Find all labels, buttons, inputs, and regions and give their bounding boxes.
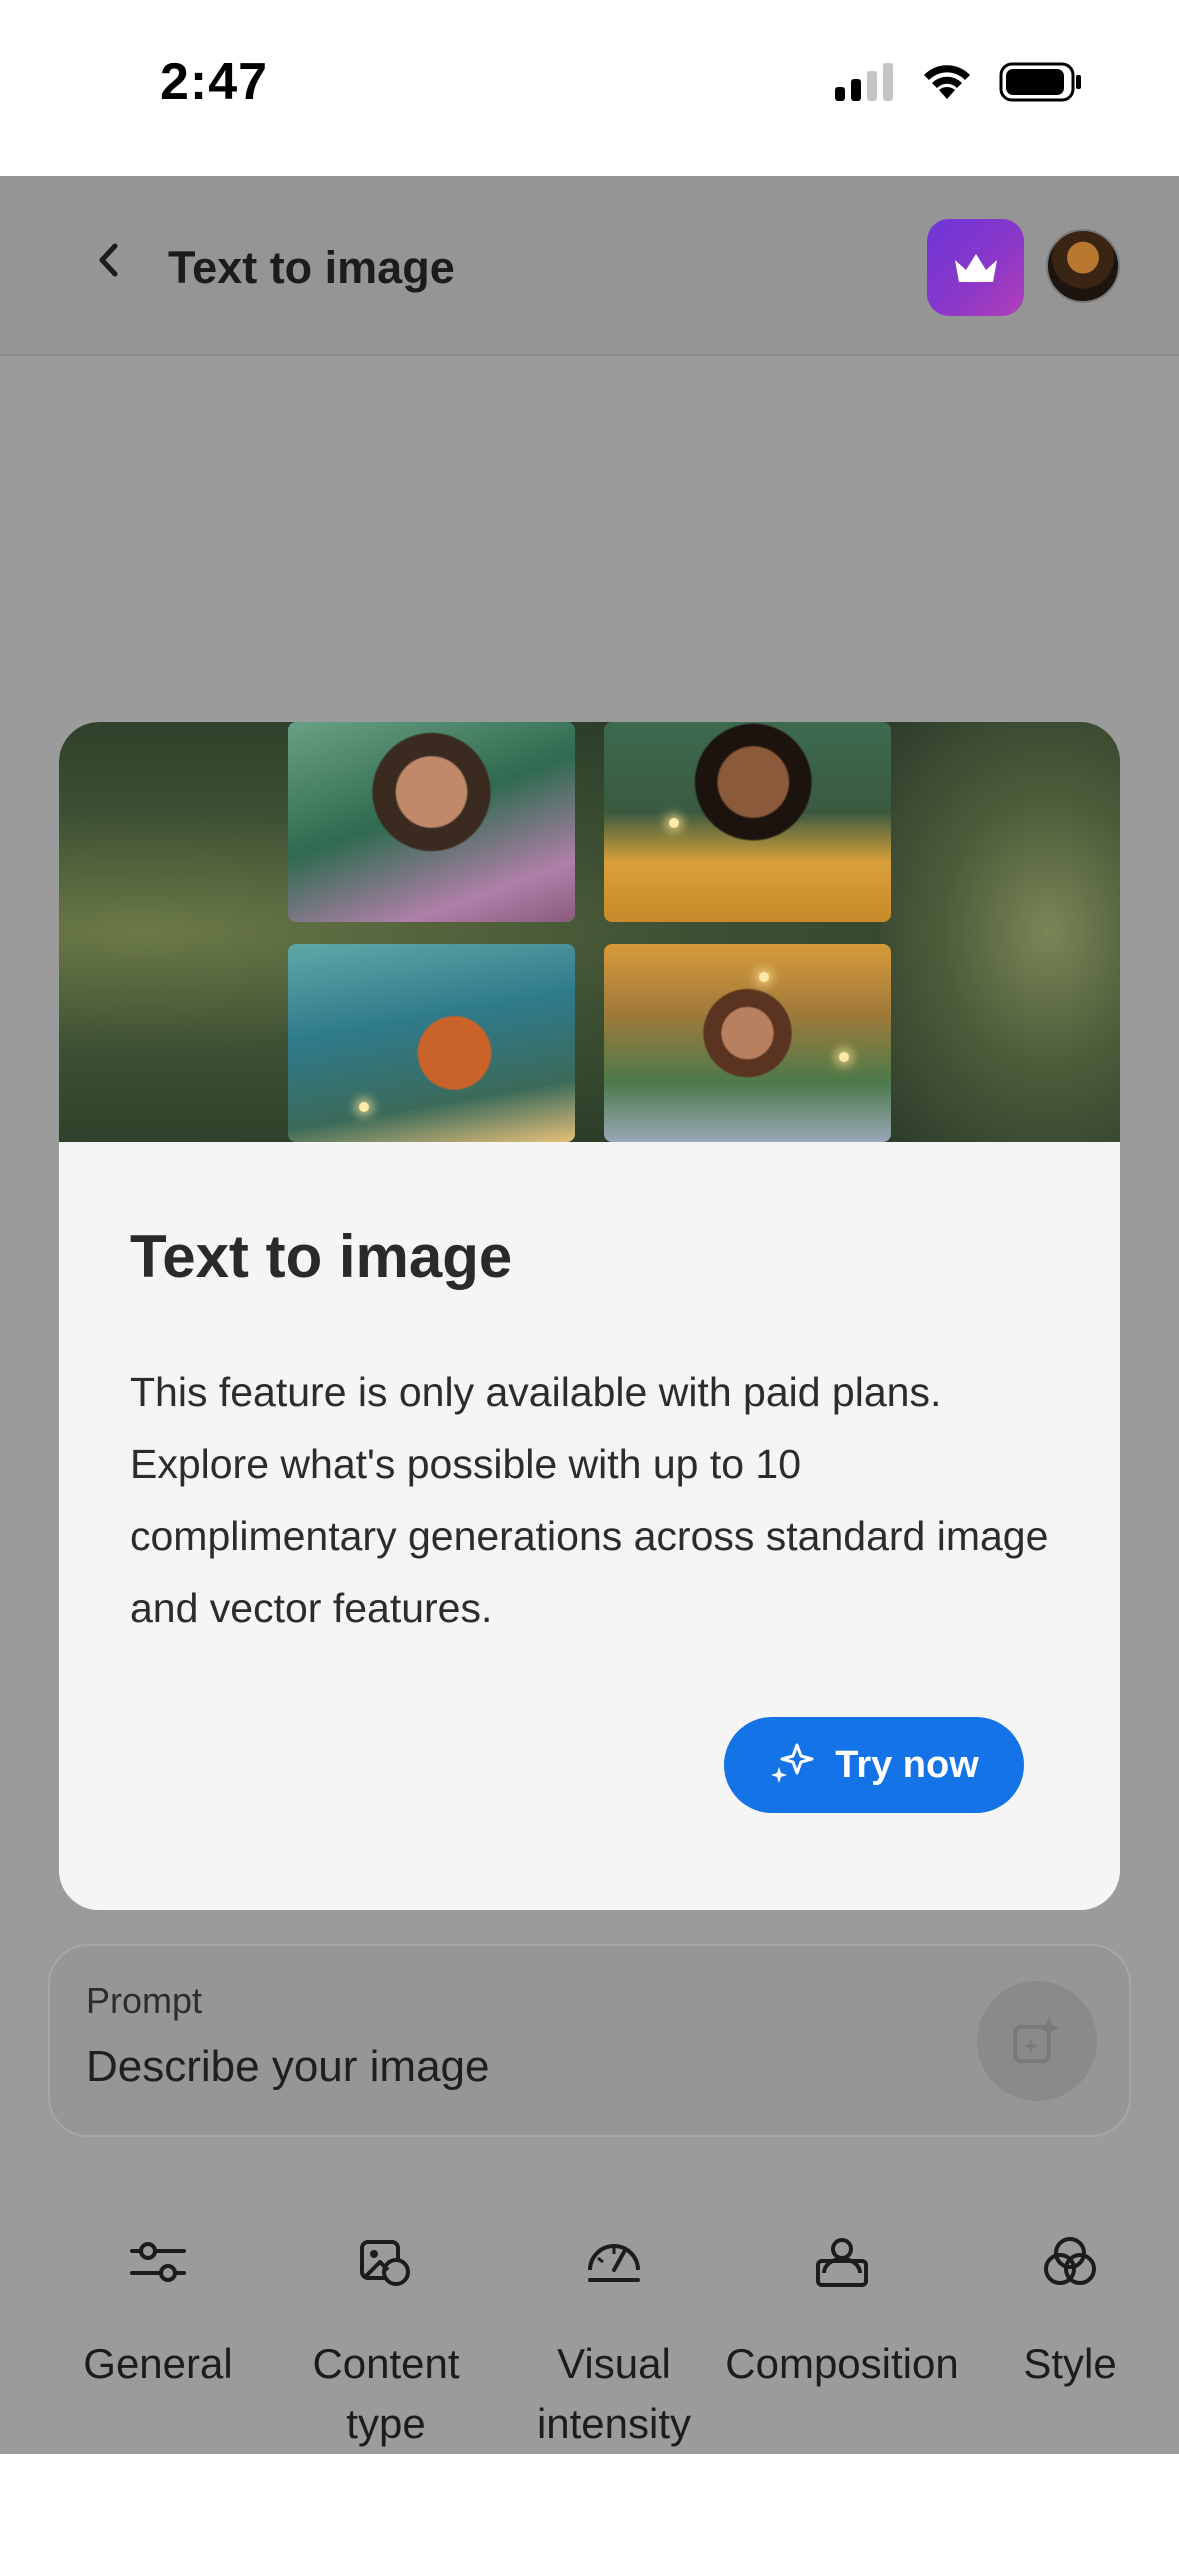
prompt-input[interactable] bbox=[86, 2042, 886, 2092]
status-bar: 2:47 bbox=[0, 0, 1179, 176]
sparkle bbox=[669, 818, 679, 828]
dialog-title: Text to image bbox=[130, 1223, 513, 1290]
gauge-icon bbox=[582, 2230, 646, 2294]
tool-content-type-label: Content type bbox=[312, 2340, 460, 2447]
prompt-label: Prompt bbox=[86, 1980, 203, 2021]
back-button[interactable] bbox=[78, 230, 138, 290]
generate-sparkle-icon bbox=[1013, 2017, 1060, 2063]
sample-image-2 bbox=[604, 722, 891, 922]
cellular-signal-icon bbox=[835, 63, 893, 101]
prompt-field[interactable]: Prompt bbox=[48, 1944, 1131, 2137]
tool-general-label: General bbox=[83, 2340, 233, 2387]
battery-icon bbox=[999, 62, 1081, 102]
crown-icon bbox=[954, 253, 997, 282]
upgrade-dialog: Text to image This feature is only avail… bbox=[59, 722, 1120, 1910]
premium-button[interactable] bbox=[927, 219, 1024, 316]
tool-style-label: Style bbox=[1023, 2340, 1117, 2387]
status-icons bbox=[835, 62, 1083, 102]
tool-composition-label: Composition bbox=[725, 2340, 959, 2387]
wifi-icon bbox=[924, 65, 970, 99]
generate-button[interactable] bbox=[977, 1981, 1097, 2101]
sparkle bbox=[839, 1052, 849, 1062]
style-circles-icon bbox=[1038, 2230, 1102, 2294]
sparkle bbox=[759, 972, 769, 982]
sliders-icon bbox=[126, 2230, 190, 2294]
tool-style[interactable]: Style bbox=[950, 2216, 1179, 2394]
try-now-button[interactable]: Try now bbox=[724, 1717, 1024, 1813]
options-toolbar: General Content type Visual intensity Co… bbox=[0, 2216, 1179, 2447]
sample-image-1 bbox=[288, 722, 575, 922]
chevron-left-icon bbox=[99, 243, 118, 277]
tool-content-type[interactable]: Content type bbox=[266, 2216, 506, 2454]
composition-icon bbox=[810, 2230, 874, 2294]
app-header: Text to image bbox=[0, 176, 1179, 356]
sample-image-4 bbox=[604, 944, 891, 1142]
dialog-message: This feature is only available with paid… bbox=[130, 1369, 1049, 1631]
avatar[interactable] bbox=[1046, 229, 1120, 303]
sparkle-icon bbox=[771, 1743, 814, 1783]
tool-general[interactable]: General bbox=[38, 2216, 278, 2394]
home-indicator-area bbox=[0, 2454, 1179, 2556]
hero-background bbox=[880, 722, 1120, 1142]
status-time: 2:47 bbox=[160, 53, 269, 111]
content-type-icon bbox=[354, 2230, 418, 2294]
tool-visual-intensity-label: Visual intensity bbox=[536, 2340, 692, 2447]
tool-composition[interactable]: Composition bbox=[722, 2216, 962, 2394]
sparkle bbox=[359, 1102, 369, 1112]
dialog-body: Text to image This feature is only avail… bbox=[59, 1142, 1120, 1910]
try-now-label: Try now bbox=[835, 1743, 979, 1786]
hero-image bbox=[59, 722, 1120, 1142]
page-title: Text to image bbox=[168, 242, 455, 293]
tool-visual-intensity[interactable]: Visual intensity bbox=[494, 2216, 734, 2454]
sample-image-3 bbox=[288, 944, 575, 1142]
